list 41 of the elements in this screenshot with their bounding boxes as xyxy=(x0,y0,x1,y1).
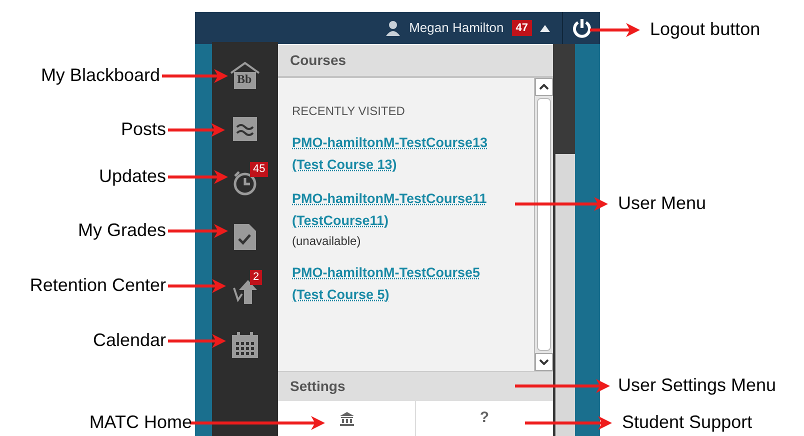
power-icon[interactable] xyxy=(572,18,592,38)
leader-arrow xyxy=(168,223,228,239)
annotation-label: Updates xyxy=(98,165,166,187)
help-button[interactable]: ? xyxy=(480,407,490,430)
notification-badge: 47 xyxy=(512,20,532,36)
institution-icon[interactable] xyxy=(340,412,354,426)
annotation-label: Student Support xyxy=(622,411,752,433)
leader-arrow xyxy=(590,22,640,38)
section-label: RECENTLY VISITED xyxy=(292,103,406,120)
annotation-label: Calendar xyxy=(92,329,166,351)
caret-icon[interactable] xyxy=(540,24,550,32)
annotation-label: My Blackboard xyxy=(40,64,160,86)
course-link[interactable]: PMO-hamiltonM-TestCourse13 (Test Course 13) xyxy=(292,132,510,176)
calendar-icon[interactable] xyxy=(231,331,259,359)
course-link[interactable]: PMO-hamiltonM-TestCourse11 (TestCourse11) xyxy=(292,188,510,232)
leader-arrow xyxy=(168,169,228,185)
count-badge: 2 xyxy=(250,270,262,285)
annotation-label: User Settings Menu xyxy=(618,374,776,396)
leader-arrow xyxy=(162,68,228,84)
course-status: (unavailable) xyxy=(292,233,361,250)
scroll-up-icon[interactable] xyxy=(539,84,549,90)
annotation-label: User Menu xyxy=(618,192,706,214)
scrollbar[interactable] xyxy=(534,78,553,371)
panel-title: Courses xyxy=(290,51,346,70)
scroll-down-icon[interactable] xyxy=(539,359,549,365)
leader-arrow xyxy=(168,122,225,138)
document-check-icon[interactable] xyxy=(234,224,256,250)
panel-title: Settings xyxy=(290,377,346,396)
arrows-icon[interactable] xyxy=(232,278,258,304)
leader-arrow xyxy=(168,333,226,349)
user-name[interactable]: Megan Hamilton xyxy=(409,18,504,38)
waves-icon[interactable] xyxy=(233,117,257,141)
annotation-label: Logout button xyxy=(650,18,760,40)
annotation-label: Retention Center xyxy=(30,274,166,296)
annotation-label: My Grades xyxy=(78,219,166,241)
leader-arrow xyxy=(168,278,226,294)
annotation-label: Posts xyxy=(120,118,166,140)
user-icon[interactable] xyxy=(385,20,402,36)
count-badge: 45 xyxy=(250,162,268,177)
annotation-label: MATC Home xyxy=(89,411,192,433)
course-link[interactable]: PMO-hamiltonM-TestCourse5 (Test Course 5) xyxy=(292,262,510,306)
